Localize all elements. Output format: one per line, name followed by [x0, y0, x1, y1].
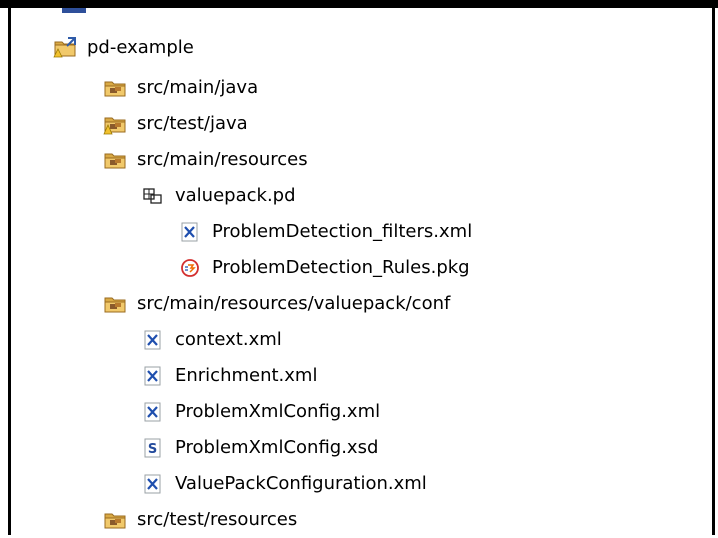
xml-file-icon	[141, 473, 165, 495]
tree-item-label: context.xml	[175, 329, 282, 350]
tree-item-valuepack-pd[interactable]: valuepack.pd	[141, 178, 296, 214]
package-folder-icon	[103, 293, 127, 315]
tree-item-label: ProblemDetection_Rules.pkg	[212, 257, 470, 278]
tree-item-label: src/main/resources	[137, 149, 308, 170]
tree-item-src-main-resources[interactable]: src/main/resources	[103, 142, 308, 178]
tree-item-problemdetection-rules[interactable]: ProblemDetection_Rules.pkg	[178, 250, 470, 286]
tree-item-context-xml[interactable]: context.xml	[141, 322, 282, 358]
tree-item-label: ProblemXmlConfig.xsd	[175, 437, 379, 458]
tree-item-src-main-resources-valuepack-conf[interactable]: src/main/resources/valuepack/conf	[103, 286, 450, 322]
package-folder-icon	[103, 77, 127, 99]
package-folder-icon	[103, 509, 127, 531]
tree-item-label: src/main/java	[137, 77, 259, 98]
project-tree: pd-example src/main/java src/test/java s…	[0, 0, 712, 535]
right-border	[712, 0, 715, 535]
tree-item-src-test-resources[interactable]: src/test/resources	[103, 502, 297, 538]
tree-item-label: pd-example	[87, 37, 194, 58]
tree-item-problemxmlconfig-xsd[interactable]: S ProblemXmlConfig.xsd	[141, 430, 378, 466]
package-icon	[141, 185, 165, 207]
tree-item-label: src/main/resources/valuepack/conf	[137, 293, 451, 314]
xml-file-icon	[141, 329, 165, 351]
rules-package-icon	[178, 257, 202, 279]
tree-item-enrichment-xml[interactable]: Enrichment.xml	[141, 358, 317, 394]
tree-item-label: src/test/java	[137, 113, 248, 134]
xml-file-icon	[178, 221, 202, 243]
tree-item-label: ProblemXmlConfig.xml	[175, 401, 381, 422]
tree-item-project[interactable]: pd-example	[53, 30, 194, 66]
svg-text:S: S	[148, 442, 157, 457]
tree-item-problemdetection-filters[interactable]: ProblemDetection_filters.xml	[178, 214, 472, 250]
tree-item-problemxmlconfig-xml[interactable]: ProblemXmlConfig.xml	[141, 394, 380, 430]
schema-file-icon: S	[141, 437, 165, 459]
project-folder-icon	[53, 37, 77, 59]
tree-item-src-test-java[interactable]: src/test/java	[103, 106, 248, 142]
tree-item-valuepackconfiguration-xml[interactable]: ValuePackConfiguration.xml	[141, 466, 427, 502]
tree-item-label: ProblemDetection_filters.xml	[212, 221, 473, 242]
xml-file-icon	[141, 401, 165, 423]
package-folder-icon	[103, 149, 127, 171]
tree-item-label: Enrichment.xml	[175, 365, 318, 386]
tree-item-src-main-java[interactable]: src/main/java	[103, 70, 258, 106]
tree-item-label: src/test/resources	[137, 509, 298, 530]
tree-item-label: valuepack.pd	[175, 185, 296, 206]
tree-item-label: ValuePackConfiguration.xml	[175, 473, 427, 494]
xml-file-icon	[141, 365, 165, 387]
package-folder-warning-icon	[103, 113, 127, 135]
